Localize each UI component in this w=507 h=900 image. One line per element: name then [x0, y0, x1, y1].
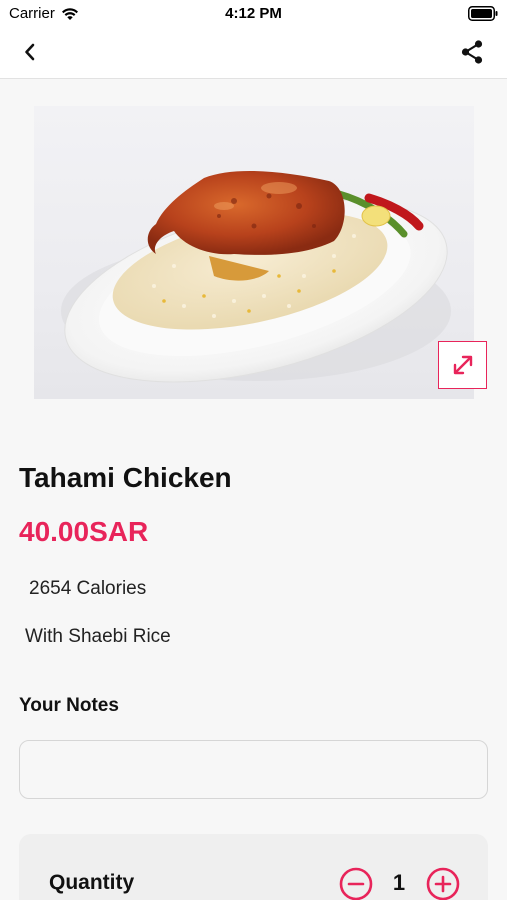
top-bar: Carrier 4:12 PM: [0, 0, 507, 79]
share-icon: [461, 40, 483, 64]
quantity-card: Quantity 1: [19, 834, 488, 900]
product-name: Tahami Chicken: [19, 462, 232, 493]
plus-circle-icon[interactable]: [426, 867, 460, 900]
notes-input[interactable]: [19, 740, 488, 799]
chevron-left-icon: [25, 43, 35, 61]
status-bar: Carrier 4:12 PM: [0, 0, 507, 28]
quantity-value: 1: [392, 870, 406, 895]
notes-label: Your Notes: [19, 695, 119, 716]
product-price: 40.00SAR: [19, 516, 149, 547]
minus-circle-icon[interactable]: [339, 867, 373, 900]
expand-arrows-icon: [453, 355, 472, 375]
product-calories: 2654 Calories: [29, 578, 147, 599]
share-button[interactable]: [459, 39, 485, 65]
product-image: [34, 106, 474, 399]
status-time: 4:12 PM: [225, 5, 282, 22]
back-button[interactable]: [18, 40, 42, 64]
battery-icon: [468, 6, 498, 21]
product-description: With Shaebi Rice: [25, 626, 171, 647]
food-photo: [61, 170, 451, 383]
expand-image-button[interactable]: [438, 341, 487, 389]
quantity-label: Quantity: [49, 871, 135, 894]
